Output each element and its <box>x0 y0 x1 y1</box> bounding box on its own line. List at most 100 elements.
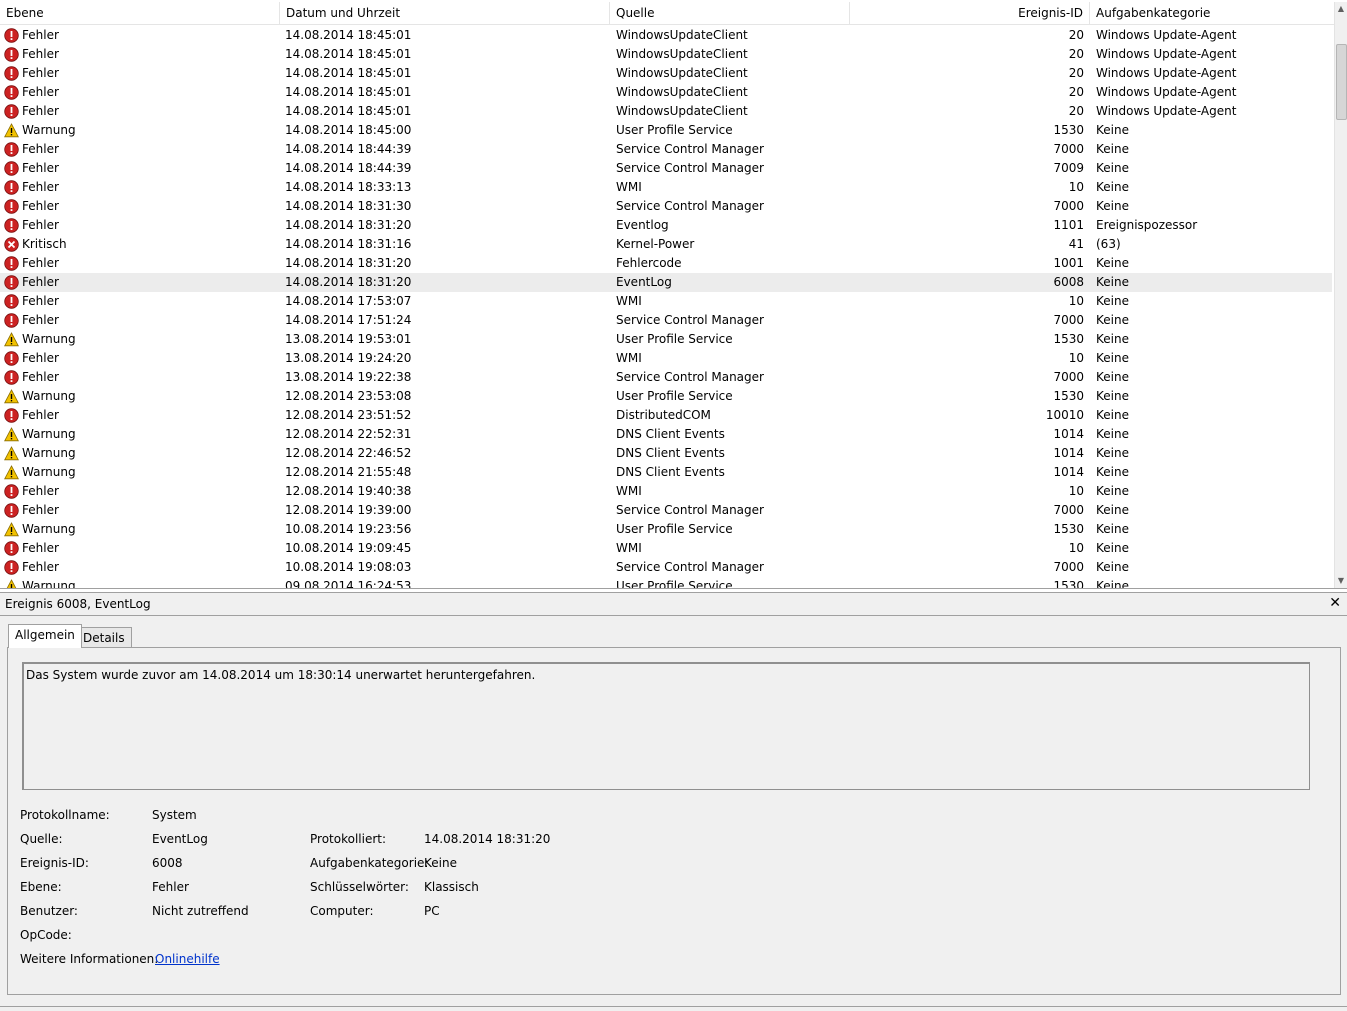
label-task-category: Aufgabenkategorie: <box>310 856 429 870</box>
cell-event-id: 1530 <box>1053 389 1084 403</box>
tab-general[interactable]: Allgemein <box>8 624 82 648</box>
cell-event-id: 1014 <box>1053 465 1084 479</box>
cell-source: WMI <box>616 541 642 555</box>
table-row[interactable]: Warnung 10.08.2014 19:23:56 User Profile S… <box>0 520 1332 539</box>
table-row[interactable]: Warnung 13.08.2014 19:53:01 User Profile S… <box>0 330 1332 349</box>
cell-source: WindowsUpdateClient <box>616 104 748 118</box>
column-header-source[interactable]: Quelle <box>610 2 850 24</box>
table-row[interactable]: Fehler 12.08.2014 19:39:00 Service Control… <box>0 501 1332 520</box>
cell-source: Service Control Manager <box>616 313 764 327</box>
cell-category: Keine <box>1096 199 1129 213</box>
table-row[interactable]: Fehler 13.08.2014 19:24:20 WMI 10 Keine <box>0 349 1332 368</box>
table-row[interactable]: Fehler 14.08.2014 18:33:13 WMI 10 Keine <box>0 178 1332 197</box>
level-text: Fehler <box>22 560 59 574</box>
cell-level: Kritisch <box>4 235 274 254</box>
table-row[interactable]: Fehler 10.08.2014 19:09:45 WMI 10 Keine <box>0 539 1332 558</box>
error-icon <box>4 351 19 366</box>
event-description[interactable]: Das System wurde zuvor am 14.08.2014 um … <box>22 662 1310 790</box>
warning-icon <box>4 427 19 442</box>
column-header-datetime[interactable]: Datum und Uhrzeit <box>280 2 610 24</box>
table-row[interactable]: Fehler 14.08.2014 18:31:20 Fehlercode 1001 K… <box>0 254 1332 273</box>
cell-level: Warnung <box>4 121 274 140</box>
cell-datetime: 09.08.2014 16:24:53 <box>285 579 412 588</box>
table-row[interactable]: Fehler 14.08.2014 17:51:24 Service Control… <box>0 311 1332 330</box>
scrollbar-thumb[interactable] <box>1336 44 1347 120</box>
table-row[interactable]: Fehler 14.08.2014 18:44:39 Service Control… <box>0 159 1332 178</box>
scroll-down-arrow-icon[interactable]: ▼ <box>1335 574 1347 588</box>
table-row[interactable]: Warnung 14.08.2014 18:45:00 User Profile S… <box>0 121 1332 140</box>
cell-source: Eventlog <box>616 218 669 232</box>
table-row[interactable]: Warnung 12.08.2014 21:55:48 DNS Client Eve… <box>0 463 1332 482</box>
cell-datetime: 14.08.2014 18:45:01 <box>285 47 412 61</box>
value-level: Fehler <box>152 880 189 894</box>
table-row[interactable]: Fehler 14.08.2014 18:45:01 WindowsUpdateCl… <box>0 45 1332 64</box>
table-row[interactable]: Fehler 14.08.2014 18:44:39 Service Control… <box>0 140 1332 159</box>
cell-datetime: 14.08.2014 18:44:39 <box>285 161 412 175</box>
cell-event-id: 1530 <box>1053 123 1084 137</box>
cell-level: Fehler <box>4 254 274 273</box>
cell-source: DistributedCOM <box>616 408 711 422</box>
close-icon[interactable]: ✕ <box>1329 595 1341 611</box>
table-row[interactable]: Kritisch 14.08.2014 18:31:16 Kernel-Power 4… <box>0 235 1332 254</box>
table-row[interactable]: Fehler 14.08.2014 18:45:01 WindowsUpdateCl… <box>0 64 1332 83</box>
table-row[interactable]: Fehler 14.08.2014 18:45:01 WindowsUpdateCl… <box>0 83 1332 102</box>
cell-level: Warnung <box>4 444 274 463</box>
cell-category: Keine <box>1096 256 1129 270</box>
level-text: Fehler <box>22 313 59 327</box>
cell-datetime: 12.08.2014 22:52:31 <box>285 427 412 441</box>
cell-event-id: 10 <box>1068 294 1084 308</box>
cell-level: Fehler <box>4 273 274 292</box>
cell-category: Windows Update-Agent <box>1096 47 1237 61</box>
cell-datetime: 13.08.2014 19:24:20 <box>285 351 412 365</box>
column-header-category[interactable]: Aufgabenkategorie <box>1090 2 1334 24</box>
tab-details[interactable]: Details <box>76 627 132 648</box>
warning-icon <box>4 522 19 537</box>
label-opcode: OpCode: <box>20 928 72 942</box>
cell-datetime: 14.08.2014 18:31:20 <box>285 275 412 289</box>
table-row[interactable]: Fehler 12.08.2014 23:51:52 DistributedCOM 1… <box>0 406 1332 425</box>
warning-icon <box>4 579 19 588</box>
vertical-scrollbar[interactable]: ▲ ▼ <box>1334 2 1347 588</box>
cell-level: Fehler <box>4 311 274 330</box>
cell-event-id: 10 <box>1068 351 1084 365</box>
cell-event-id: 20 <box>1068 28 1084 42</box>
cell-level: Fehler <box>4 539 274 558</box>
table-row[interactable]: Fehler 14.08.2014 18:45:01 WindowsUpdateCl… <box>0 102 1332 121</box>
cell-datetime: 12.08.2014 19:39:00 <box>285 503 412 517</box>
cell-event-id: 1014 <box>1053 446 1084 460</box>
value-source: EventLog <box>152 832 208 846</box>
cell-category: Keine <box>1096 180 1129 194</box>
cell-source: User Profile Service <box>616 579 733 588</box>
table-row[interactable]: Warnung 09.08.2014 16:24:53 User Profile S… <box>0 577 1332 588</box>
cell-level: Fehler <box>4 406 274 425</box>
cell-event-id: 7000 <box>1053 560 1084 574</box>
scroll-up-arrow-icon[interactable]: ▲ <box>1335 2 1347 16</box>
table-row[interactable]: Warnung 12.08.2014 23:53:08 User Profile S… <box>0 387 1332 406</box>
table-row[interactable]: Fehler 12.08.2014 19:40:38 WMI 10 Keine <box>0 482 1332 501</box>
cell-datetime: 14.08.2014 18:33:13 <box>285 180 412 194</box>
column-header-event-id[interactable]: Ereignis-ID <box>850 2 1090 24</box>
label-logged: Protokolliert: <box>310 832 387 846</box>
label-computer: Computer: <box>310 904 374 918</box>
cell-source: Fehlercode <box>616 256 682 270</box>
warning-icon <box>4 465 19 480</box>
level-text: Fehler <box>22 351 59 365</box>
cell-event-id: 1530 <box>1053 522 1084 536</box>
cell-event-id: 6008 <box>1053 275 1084 289</box>
column-header-level[interactable]: Ebene <box>0 2 280 24</box>
table-row[interactable]: Warnung 12.08.2014 22:52:31 DNS Client Eve… <box>0 425 1332 444</box>
table-row[interactable]: Fehler 14.08.2014 18:45:01 WindowsUpdateCl… <box>0 26 1332 45</box>
table-row[interactable]: Fehler 14.08.2014 18:31:30 Service Control… <box>0 197 1332 216</box>
table-row[interactable]: Fehler 13.08.2014 19:22:38 Service Control… <box>0 368 1332 387</box>
table-row[interactable]: Fehler 14.08.2014 18:31:20 Eventlog 1101 Ere… <box>0 216 1332 235</box>
online-help-link[interactable]: Onlinehilfe <box>155 952 220 966</box>
table-row[interactable]: Fehler 14.08.2014 18:31:20 EventLog 6008 Kei… <box>0 273 1332 292</box>
table-row[interactable]: Fehler 10.08.2014 19:08:03 Service Control… <box>0 558 1332 577</box>
cell-event-id: 7009 <box>1053 161 1084 175</box>
level-text: Fehler <box>22 275 59 289</box>
error-icon <box>4 199 19 214</box>
cell-category: Keine <box>1096 484 1129 498</box>
table-row[interactable]: Warnung 12.08.2014 22:46:52 DNS Client Eve… <box>0 444 1332 463</box>
cell-datetime: 14.08.2014 18:45:00 <box>285 123 412 137</box>
table-row[interactable]: Fehler 14.08.2014 17:53:07 WMI 10 Keine <box>0 292 1332 311</box>
